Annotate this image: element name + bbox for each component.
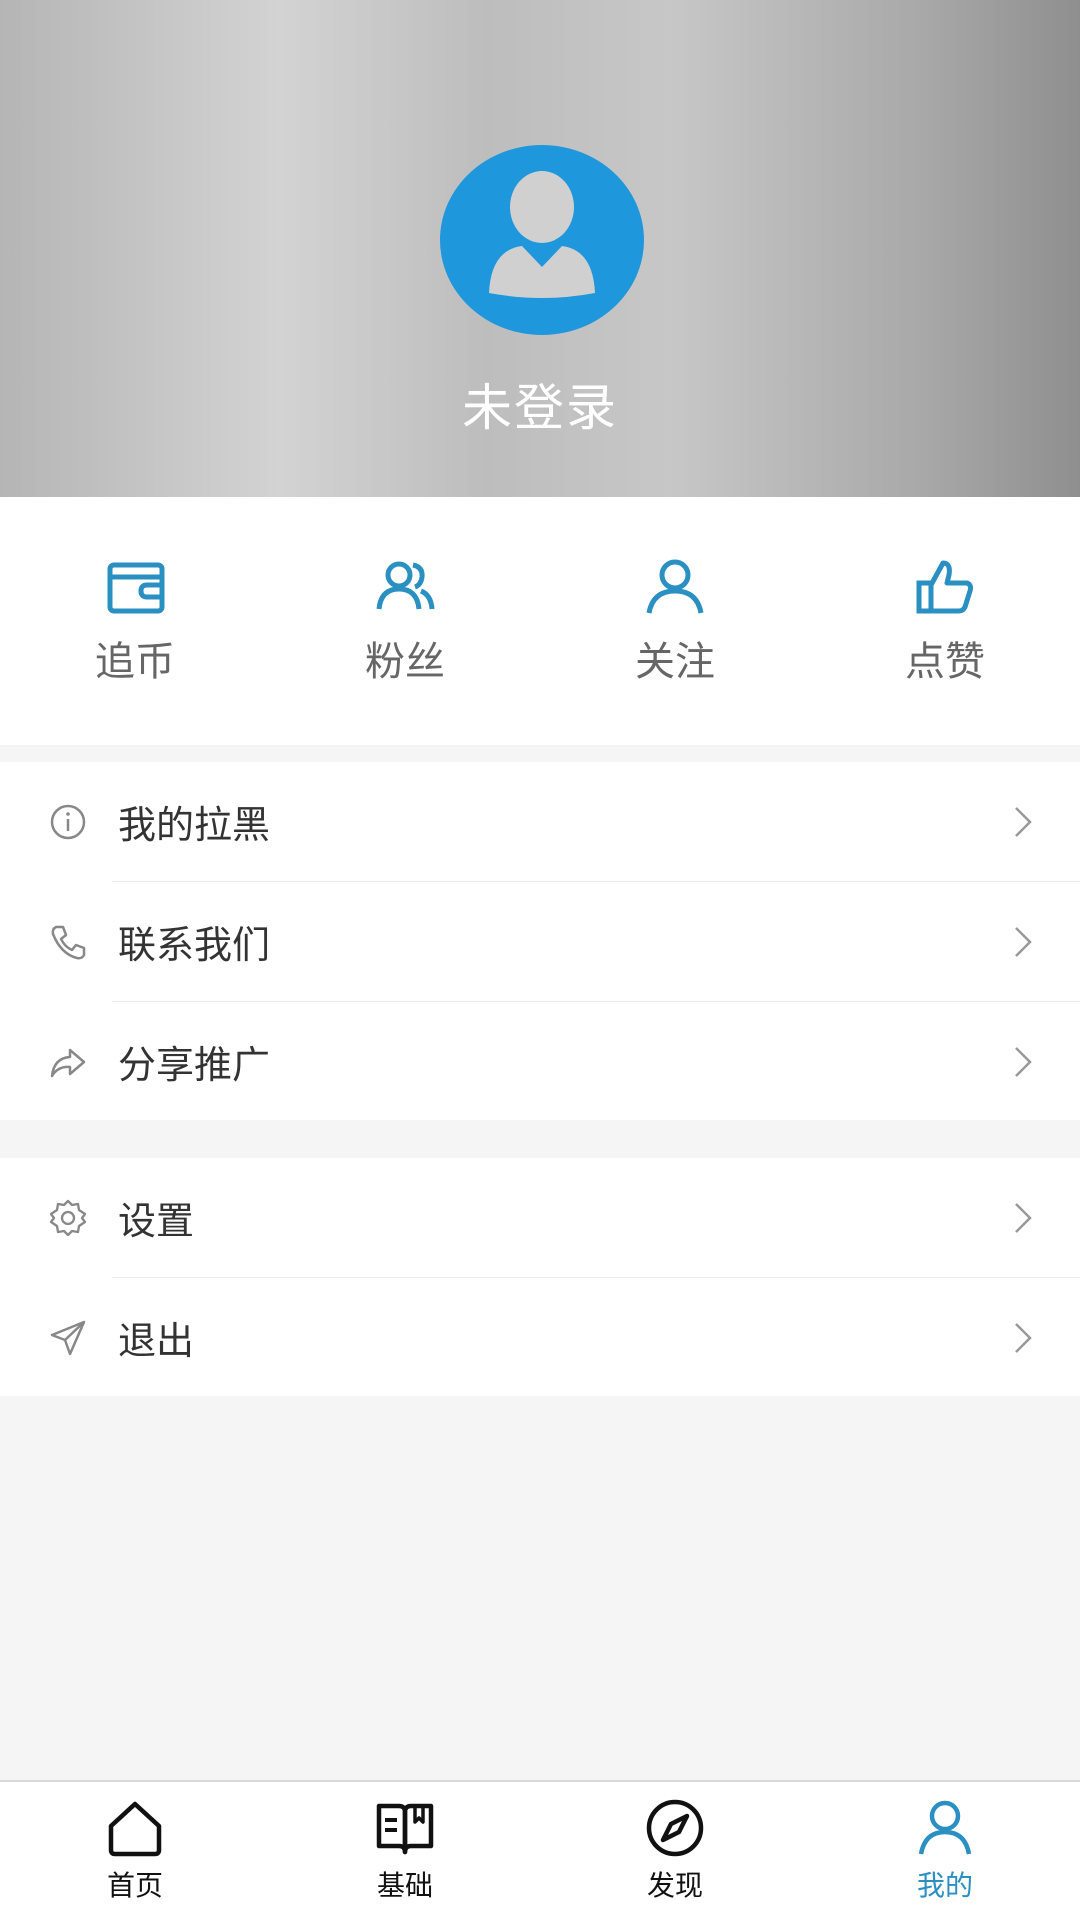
menu-item-label: 退出 [118,1319,195,1363]
tab-label: 发现 [646,1869,703,1902]
tab-label: 基础 [376,1869,433,1902]
tab-label: 我的 [916,1869,973,1902]
tab-basics[interactable]: 基础 [270,1796,540,1916]
menu-item-label: 我的拉黑 [118,803,271,847]
chevron-right-icon [1015,1203,1032,1233]
stat-label: 关注 [635,639,715,685]
stat-label: 追币 [95,639,175,685]
share-icon [50,1048,86,1078]
user-icon [918,1800,972,1855]
fans-icon [376,561,435,610]
wallet-icon [107,562,165,614]
menu-item-blacklist[interactable]: 我的拉黑 [0,762,1080,881]
chevron-right-icon [1015,1323,1032,1353]
profile-page: 未登录 追币 粉丝 关注 点赞 我的拉黑 联系我们 分享推广 设置 退出 首页 … [0,0,1080,1920]
tab-home[interactable]: 首页 [0,1796,270,1916]
menu-item-share[interactable]: 分享推广 [0,1002,1080,1121]
stat-likes[interactable]: 点赞 [810,555,1080,695]
stat-follow[interactable]: 关注 [540,555,810,695]
menu-item-label: 联系我们 [118,923,271,967]
menu-item-label: 分享推广 [118,1043,271,1087]
bottom-nav: 首页 基础 发现 我的 [0,1780,1080,1920]
menu-item-contact[interactable]: 联系我们 [0,882,1080,1001]
menu-item-label: 设置 [118,1199,195,1243]
thumbs-up-icon [916,560,974,614]
stat-fans[interactable]: 粉丝 [270,555,540,695]
profile-header: 未登录 [0,0,1080,497]
compass-icon [646,1799,704,1857]
menu-item-logout[interactable]: 退出 [0,1278,1080,1397]
menu-group-secondary: 设置 退出 [0,1158,1080,1396]
chevron-right-icon [1015,807,1032,837]
stat-label: 粉丝 [365,639,445,685]
home-icon [108,1801,162,1857]
gear-icon [49,1199,87,1237]
chevron-right-icon [1015,927,1032,957]
username-label[interactable]: 未登录 [0,368,1080,440]
tab-discover[interactable]: 发现 [540,1796,810,1916]
stats-row: 追币 粉丝 关注 点赞 [0,497,1080,745]
tab-label: 首页 [106,1869,163,1902]
send-icon [50,1320,86,1356]
menu-group-primary: 我的拉黑 联系我们 分享推广 [0,762,1080,1120]
menu-item-settings[interactable]: 设置 [0,1158,1080,1277]
phone-icon [51,925,86,960]
info-icon [50,804,86,840]
avatar-icon[interactable] [440,145,644,335]
chevron-right-icon [1015,1047,1032,1077]
tab-mine[interactable]: 我的 [810,1796,1080,1916]
book-icon [376,1803,434,1855]
person-icon [646,559,704,614]
stat-label: 点赞 [905,639,985,685]
stat-coins[interactable]: 追币 [0,555,270,695]
